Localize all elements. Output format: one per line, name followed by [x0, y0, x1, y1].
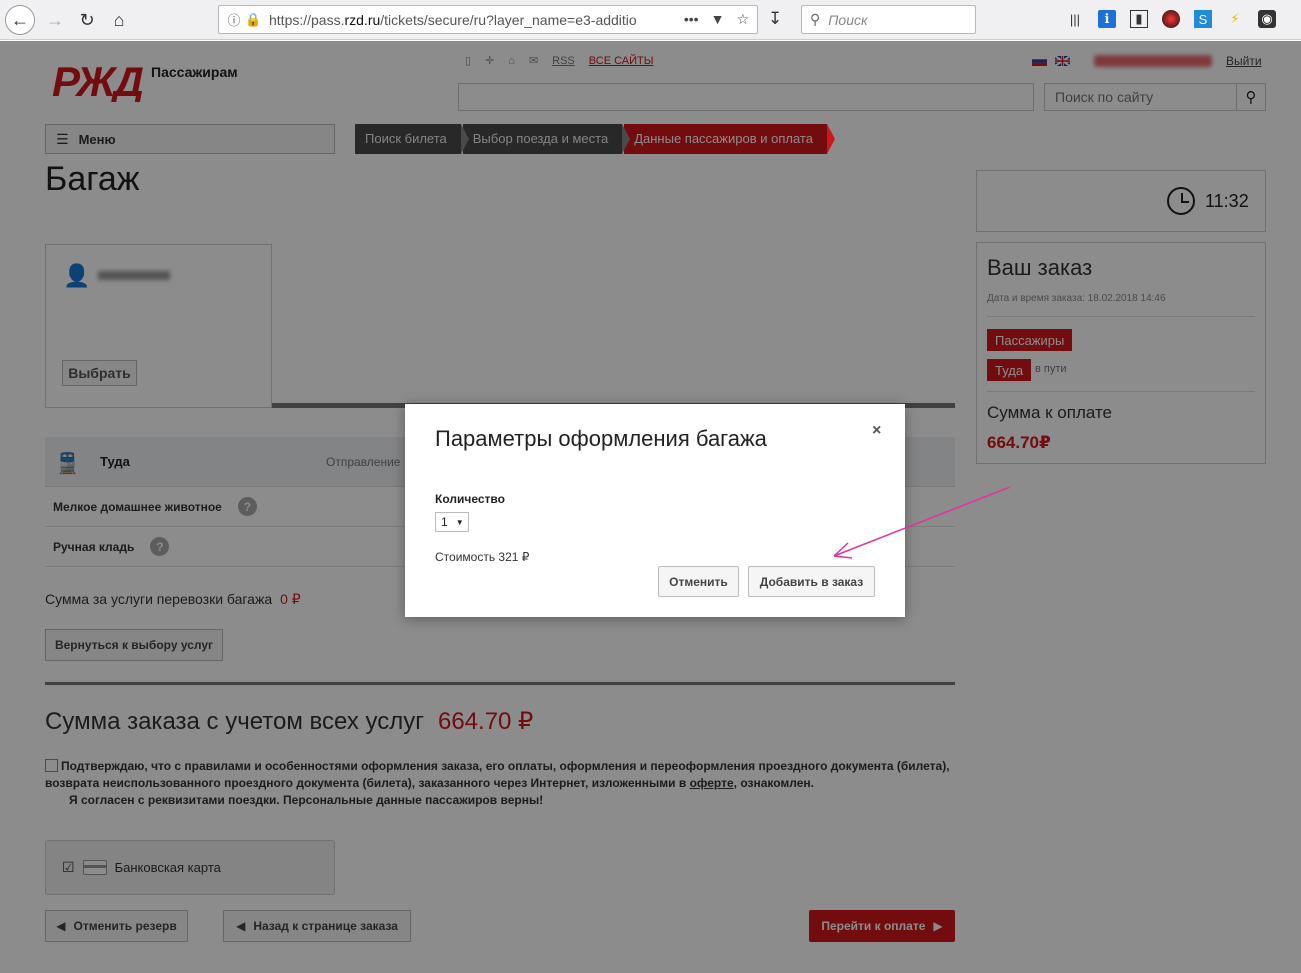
- reload-icon[interactable]: ↻: [72, 5, 102, 35]
- chevron-down-icon: ▼: [455, 517, 464, 527]
- library-icon[interactable]: |||: [1066, 10, 1084, 28]
- download-icon[interactable]: ↧: [768, 9, 782, 29]
- quantity-label: Количество: [435, 492, 505, 506]
- back-icon[interactable]: ←: [5, 5, 35, 35]
- extension-icon[interactable]: ◉: [1258, 10, 1276, 28]
- search-icon: ⚲: [810, 11, 821, 27]
- extension-icon[interactable]: [1162, 10, 1180, 28]
- url-bar[interactable]: ⓘ 🔒 https://pass.rzd.ru/tickets/secure/r…: [218, 5, 758, 34]
- browser-toolbar: ← → ↻ ⌂ ⓘ 🔒 https://pass.rzd.ru/tickets/…: [0, 0, 1301, 40]
- home-icon[interactable]: ⌂: [104, 5, 134, 35]
- info-icon[interactable]: ⓘ: [223, 10, 245, 29]
- modal-title: Параметры оформления багажа: [435, 426, 767, 451]
- extension-icon[interactable]: S: [1194, 10, 1212, 28]
- quantity-select[interactable]: 1 ▼: [435, 512, 469, 532]
- close-icon[interactable]: ×: [872, 422, 881, 440]
- sidebar-icon[interactable]: ▮: [1130, 10, 1148, 28]
- extension-icon[interactable]: ℹ: [1098, 10, 1116, 28]
- pocket-icon[interactable]: ▼: [711, 11, 725, 28]
- cancel-button[interactable]: Отменить: [658, 566, 739, 597]
- baggage-modal: Параметры оформления багажа × Количество…: [405, 404, 905, 617]
- star-icon[interactable]: ☆: [736, 11, 749, 28]
- price-text: Стоимость 321 ₽: [435, 550, 530, 564]
- lock-icon[interactable]: 🔒: [245, 12, 263, 28]
- extension-icon[interactable]: ⚡: [1226, 10, 1244, 28]
- url-text[interactable]: https://pass.rzd.ru/tickets/secure/ru?la…: [269, 12, 684, 28]
- forward-icon[interactable]: →: [40, 5, 70, 35]
- browser-search-input[interactable]: ⚲ Поиск: [801, 5, 976, 34]
- more-icon[interactable]: •••: [684, 11, 699, 28]
- add-to-order-button[interactable]: Добавить в заказ: [748, 566, 875, 597]
